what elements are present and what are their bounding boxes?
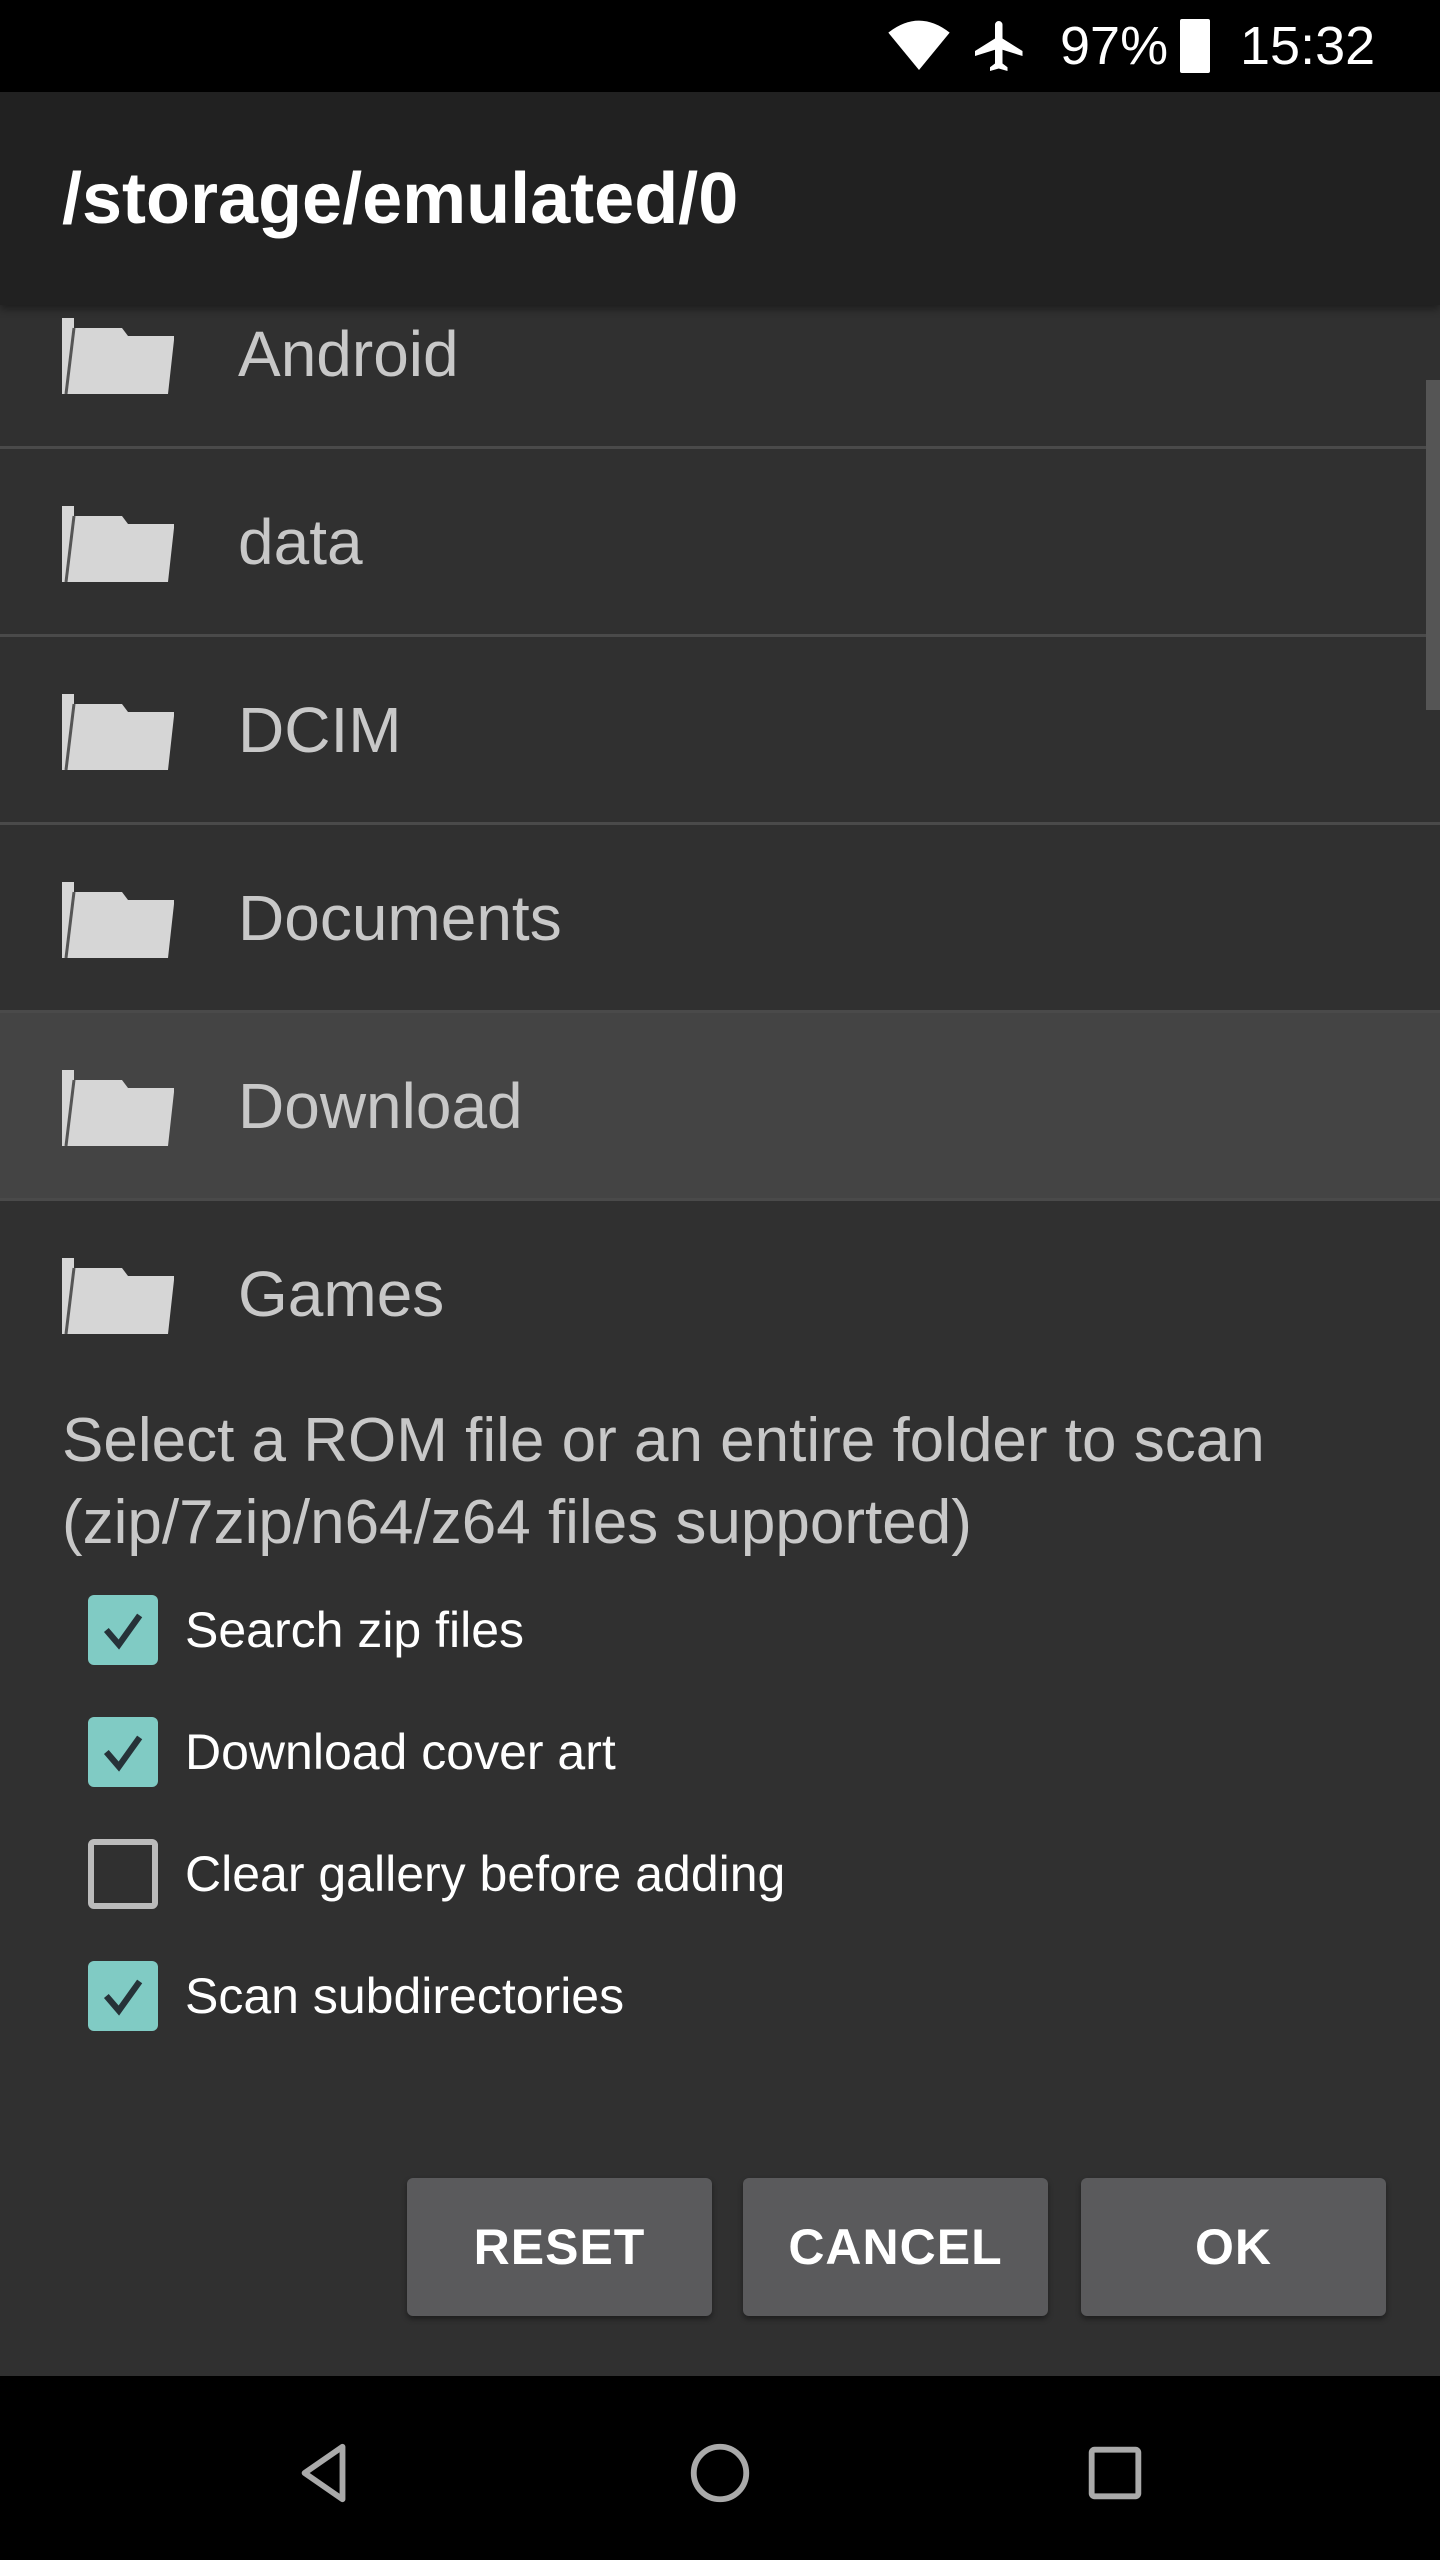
clock: 15:32 xyxy=(1240,16,1376,76)
wifi-icon xyxy=(888,20,950,71)
folder-name: data xyxy=(238,505,363,578)
ok-button[interactable]: OK xyxy=(1081,2178,1386,2316)
folder-name: Games xyxy=(238,1257,445,1330)
option-checkbox[interactable]: Scan subdirectories xyxy=(88,1961,624,2031)
home-icon[interactable] xyxy=(685,2438,755,2508)
folder-row[interactable]: data xyxy=(0,449,1440,637)
folder-name: Documents xyxy=(238,881,562,954)
folder-row[interactable]: Download xyxy=(0,1013,1440,1201)
recents-icon[interactable] xyxy=(1080,2438,1150,2508)
checkbox-checked-icon[interactable] xyxy=(88,1595,158,1665)
reset-button[interactable]: RESET xyxy=(407,2178,712,2316)
battery-icon xyxy=(1180,14,1210,78)
folder-list: Android data DCIM Documents Download Games xyxy=(0,305,1440,1365)
folder-icon xyxy=(62,505,174,582)
folder-row[interactable]: DCIM xyxy=(0,637,1440,825)
status-bar: 97% 15:32 xyxy=(0,0,1440,92)
folder-icon xyxy=(62,1257,174,1334)
folder-icon xyxy=(62,693,174,770)
option-label: Clear gallery before adding xyxy=(185,1846,786,1902)
folder-row[interactable]: Documents xyxy=(0,825,1440,1013)
checkbox-unchecked-icon[interactable] xyxy=(88,1839,158,1909)
navigation-bar xyxy=(0,2376,1440,2560)
option-checkbox[interactable]: Search zip files xyxy=(88,1595,524,1665)
folder-icon xyxy=(62,317,174,394)
checkbox-checked-icon[interactable] xyxy=(88,1717,158,1787)
folder-name: Download xyxy=(238,1069,523,1142)
checkbox-checked-icon[interactable] xyxy=(88,1961,158,2031)
scrollbar[interactable] xyxy=(1426,380,1440,710)
folder-name: Android xyxy=(238,317,459,390)
airplane-icon xyxy=(975,21,1023,71)
option-label: Scan subdirectories xyxy=(185,1968,625,2024)
folder-icon xyxy=(62,881,174,958)
folder-row[interactable]: Games xyxy=(0,1201,1440,1365)
battery-percent: 97% xyxy=(1060,16,1169,76)
cancel-button[interactable]: CANCEL xyxy=(743,2178,1048,2316)
option-checkbox[interactable]: Download cover art xyxy=(88,1717,616,1787)
folder-name: DCIM xyxy=(238,693,402,766)
instruction-text: Select a ROM file or an entire folder to… xyxy=(62,1406,1265,1557)
dialog-header: /storage/emulated/0 xyxy=(0,92,1440,305)
option-label: Search zip files xyxy=(185,1602,525,1658)
option-checkbox[interactable]: Clear gallery before adding xyxy=(88,1839,785,1909)
folder-icon xyxy=(62,1069,174,1146)
current-path: /storage/emulated/0 xyxy=(62,159,739,239)
folder-row[interactable]: Android xyxy=(0,305,1440,449)
back-icon[interactable] xyxy=(290,2438,360,2508)
option-label: Download cover art xyxy=(185,1724,616,1780)
